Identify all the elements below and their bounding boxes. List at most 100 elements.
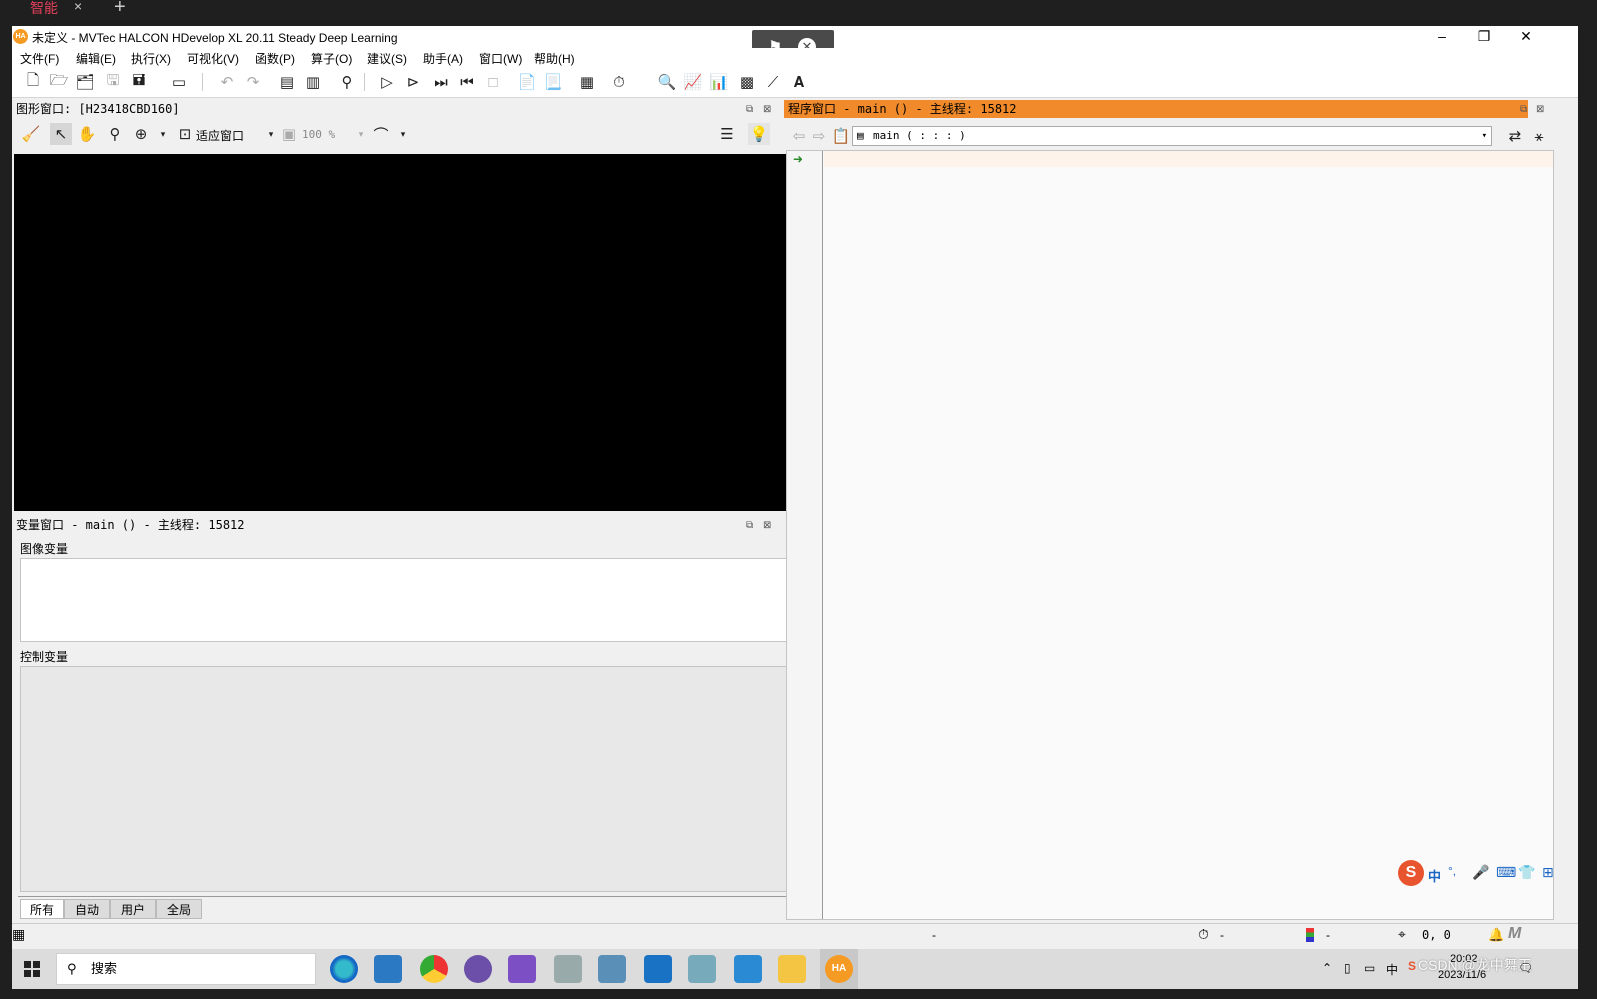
fit-window-icon[interactable]: ⊡ xyxy=(174,123,196,145)
float-icon[interactable]: ⧉ xyxy=(746,520,753,531)
taskbar-search[interactable]: ⚲ 搜索 xyxy=(56,953,316,985)
run-icon[interactable]: ▷ xyxy=(376,71,398,93)
tools-icon[interactable] xyxy=(554,955,582,983)
notification-icon[interactable]: 🔔 xyxy=(1488,927,1504,943)
file-explorer-icon[interactable] xyxy=(778,955,806,983)
save-all-icon[interactable]: 🖬 xyxy=(128,71,150,93)
menu-operators[interactable]: 算子(O) xyxy=(311,50,352,67)
close-panel-icon[interactable]: ⊠ xyxy=(763,520,771,531)
reset-program-icon[interactable]: 📄 xyxy=(516,71,538,93)
redo-icon[interactable]: ↷ xyxy=(242,71,264,93)
float-icon[interactable]: ⧉ xyxy=(746,104,753,115)
open-example-icon[interactable]: 🗂 xyxy=(74,71,96,93)
trello-icon[interactable] xyxy=(644,955,672,983)
windows-start-icon[interactable] xyxy=(12,949,52,989)
menu-help[interactable]: 帮助(H) xyxy=(534,50,575,67)
reset-all-icon[interactable]: 📃 xyxy=(542,71,564,93)
step-into-icon[interactable]: ⏭ xyxy=(430,71,452,93)
keyboard-icon[interactable]: ⌨ xyxy=(1496,864,1516,881)
new-tab-button[interactable]: + xyxy=(114,0,126,19)
chevron-down-icon[interactable]: ▾ xyxy=(152,123,174,145)
remote-desktop-icon[interactable] xyxy=(734,955,762,983)
new-file-icon[interactable]: 🗋 xyxy=(22,71,44,93)
draw-mode-icon[interactable]: ⌒ xyxy=(370,123,392,145)
layers-icon[interactable]: ☰ xyxy=(716,123,738,145)
tab-global[interactable]: 全局 xyxy=(156,899,202,919)
halcon-icon[interactable]: HA xyxy=(825,955,853,983)
menu-execute[interactable]: 执行(X) xyxy=(131,50,171,67)
menu-suggestions[interactable]: 建议(S) xyxy=(367,50,407,67)
zoom-window-icon[interactable]: 🔍 xyxy=(656,71,678,93)
current-line[interactable] xyxy=(824,151,1553,167)
microphone-icon[interactable]: 🎤 xyxy=(1472,864,1489,881)
feature-histogram-icon[interactable]: ▩ xyxy=(736,71,758,93)
fit-window-label[interactable]: 适应窗口 xyxy=(196,127,244,144)
float-icon[interactable]: ⧉ xyxy=(1520,104,1527,115)
browser-tab[interactable]: 智能 × xyxy=(0,0,98,18)
feature-inspection-icon[interactable]: ⟋ xyxy=(762,71,784,93)
ime-language[interactable]: 中 xyxy=(1386,961,1398,978)
network-icon[interactable] xyxy=(598,955,626,983)
close-panel-icon[interactable]: ⊠ xyxy=(1536,104,1544,115)
github-desktop-icon[interactable] xyxy=(464,955,492,983)
image-acquisition-icon[interactable]: ▦ xyxy=(576,71,598,93)
skin-icon[interactable]: 👕 xyxy=(1518,864,1535,881)
restore-button[interactable]: ❐ xyxy=(1464,26,1504,48)
tab-user[interactable]: 用户 xyxy=(110,899,156,919)
procedure-select[interactable]: ▤ main ( : : : ) ▾ xyxy=(852,126,1492,146)
close-window-button[interactable]: ✕ xyxy=(1506,26,1546,48)
procedure-settings-icon[interactable]: ⚹ xyxy=(1528,125,1550,147)
sogou-tray-icon[interactable]: S xyxy=(1408,959,1416,973)
menu-assistants[interactable]: 助手(A) xyxy=(423,50,463,67)
ocr-icon[interactable]: 𝐀 xyxy=(788,71,810,93)
save-icon[interactable]: 🖫 xyxy=(102,71,124,93)
menu-visualize[interactable]: 可视化(V) xyxy=(187,50,239,67)
control-variables-list[interactable] xyxy=(20,666,788,892)
zoom-icon[interactable]: ⚲ xyxy=(104,123,126,145)
visual-studio-icon[interactable] xyxy=(508,955,536,983)
remove-line-icon[interactable]: ▥ xyxy=(302,71,324,93)
notification-center-icon[interactable]: 🗨 xyxy=(1518,961,1533,975)
chevron-down-icon[interactable]: ▾ xyxy=(350,123,372,145)
stop-icon[interactable]: □ xyxy=(482,71,504,93)
chevron-up-icon[interactable]: ⌃ xyxy=(1322,961,1332,975)
edge-icon[interactable] xyxy=(330,955,358,983)
edit-procedure-icon[interactable]: ⇄ xyxy=(1504,125,1526,147)
toolbox-icon[interactable]: ⊞ xyxy=(1542,864,1554,881)
punctuation-icon[interactable]: °, xyxy=(1448,864,1456,878)
close-panel-icon[interactable]: ⊠ xyxy=(763,104,771,115)
find-icon[interactable]: ⚲ xyxy=(336,71,358,93)
profiler-icon[interactable]: ⏱ xyxy=(608,71,630,93)
open-file-icon[interactable]: 🗁 xyxy=(48,71,70,93)
settings-app-icon[interactable] xyxy=(688,955,716,983)
step-over-icon[interactable]: ⊳ xyxy=(402,71,424,93)
pointer-icon[interactable]: ↖ xyxy=(50,123,72,145)
zoom-in-icon[interactable]: ⊕ xyxy=(130,123,152,145)
ime-mode[interactable]: 中 xyxy=(1428,866,1441,885)
clear-window-icon[interactable]: 🧹 xyxy=(20,123,42,145)
line-profile-icon[interactable]: 📈 xyxy=(682,71,704,93)
tab-all[interactable]: 所有 xyxy=(20,899,64,919)
clipboard-icon[interactable]: 📋 xyxy=(830,125,852,147)
histogram-icon[interactable]: 📊 xyxy=(708,71,730,93)
menu-procedures[interactable]: 函数(P) xyxy=(255,50,295,67)
chrome-icon[interactable] xyxy=(420,955,448,983)
menu-edit[interactable]: 编辑(E) xyxy=(76,50,116,67)
minimize-button[interactable]: – xyxy=(1422,26,1462,48)
graphics-canvas[interactable] xyxy=(14,154,790,511)
chevron-down-icon[interactable]: ▾ xyxy=(392,123,414,145)
step-out-icon[interactable]: ⏮ xyxy=(456,71,478,93)
program-editor[interactable]: ➜ xyxy=(786,150,1554,920)
back-icon[interactable]: ⇦ xyxy=(788,125,810,147)
record-icon[interactable]: ▭ xyxy=(168,71,190,93)
add-line-icon[interactable]: ▤ xyxy=(276,71,298,93)
close-icon[interactable]: × xyxy=(74,0,82,14)
hand-icon[interactable]: ✋ xyxy=(76,123,98,145)
menu-file[interactable]: 文件(F) xyxy=(20,50,59,67)
sogou-logo-icon[interactable]: S xyxy=(1398,860,1424,886)
device-icon[interactable]: ▯ xyxy=(1344,961,1351,975)
undo-icon[interactable]: ↶ xyxy=(216,71,238,93)
sublime-icon[interactable] xyxy=(374,955,402,983)
forward-icon[interactable]: ⇨ xyxy=(808,125,830,147)
chevron-down-icon[interactable]: ▾ xyxy=(1482,127,1487,145)
